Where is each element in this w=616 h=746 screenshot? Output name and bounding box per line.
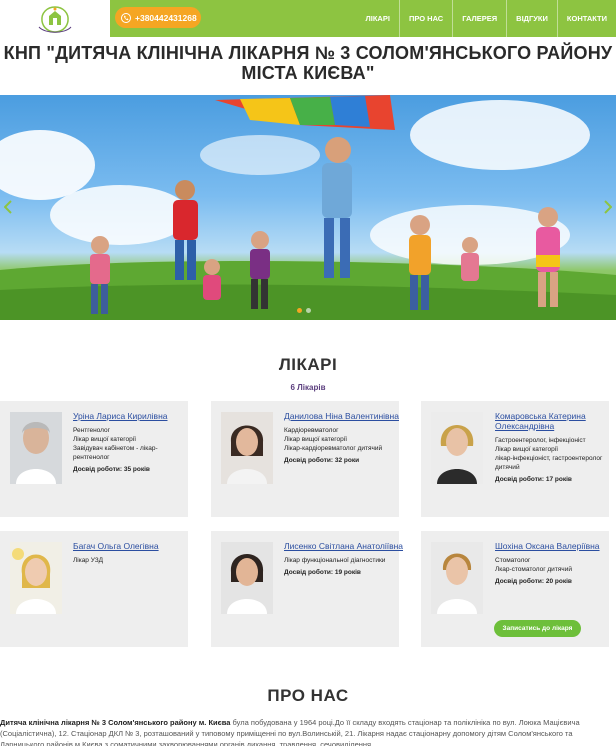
doctor-name-link[interactable]: Комаровська Катерина Олександрівна xyxy=(495,411,615,431)
doctor-photo xyxy=(10,412,62,484)
page-title: КНП "ДИТЯЧА КЛІНІЧНА ЛІКАРНЯ № 3 СОЛОМ'Я… xyxy=(3,43,613,83)
hero-slider[interactable] xyxy=(0,95,616,320)
doctors-count: 6 Лікарів xyxy=(290,383,326,392)
header-bar: +380442431268 ЛІКАРІ ПРО НАС ГАЛЕРЕЯ ВІД… xyxy=(0,0,616,37)
doctor-photo xyxy=(431,542,483,614)
slider-dot[interactable] xyxy=(297,308,302,313)
nav-about[interactable]: ПРО НАС xyxy=(398,0,452,37)
phone-number: +380442431268 xyxy=(135,12,197,23)
doctor-card: Уріна Лариса Кирилівна Рентгенолог Лікар… xyxy=(0,401,188,517)
doctor-position: Завідувач кабінетом - лікар-рентгенолог xyxy=(73,445,158,461)
doctor-experience: Досвід роботи: 32 роки xyxy=(284,457,360,464)
doctor-specialty: Рентгенолог xyxy=(73,427,110,434)
phone-icon xyxy=(121,12,131,23)
doctor-card: Данилова Ніна Валентинівна Кардіоревмато… xyxy=(211,401,399,517)
nav-doctors[interactable]: ЛІКАРІ xyxy=(357,0,399,37)
doctor-name-link[interactable]: Багач Ольга Олегівна xyxy=(73,541,193,551)
doctor-name-link[interactable]: Шохіна Оксана Валеріївна xyxy=(495,541,615,551)
doctor-specialty: Кардіоревматолог xyxy=(284,427,339,434)
doctor-name-link[interactable]: Лисенко Світлана Анатоліївна xyxy=(284,541,404,551)
doctor-name-link[interactable]: Данилова Ніна Валентинівна xyxy=(284,411,404,421)
doctor-photo xyxy=(221,542,273,614)
doctor-card: Комаровська Катерина Олександрівна Гастр… xyxy=(421,401,609,517)
doctor-specialty: Гастроентеролог, інфекціоніст xyxy=(495,437,586,444)
slider-dot[interactable] xyxy=(306,308,311,313)
nav-gallery[interactable]: ГАЛЕРЕЯ xyxy=(452,0,506,37)
doctor-photo xyxy=(10,542,62,614)
doctor-specialty: Лікар функціональної діагностики xyxy=(284,557,386,564)
about-section-title: ПРО НАС xyxy=(267,686,349,705)
hero-image xyxy=(0,95,616,320)
doctor-specialty: Лікар УЗД xyxy=(73,557,104,564)
nav-reviews[interactable]: ВІДГУКИ xyxy=(506,0,557,37)
doctor-experience: Досвід роботи: 19 років xyxy=(284,569,361,576)
doctor-position: Лікар-кардіоревматолог дитячий xyxy=(284,445,383,452)
doctor-position: Лкар-стоматолог дитячий xyxy=(495,566,572,573)
doctor-experience: Досвід роботи: 20 років xyxy=(495,578,572,585)
doctor-card: Лисенко Світлана Анатоліївна Лікар функц… xyxy=(211,531,403,647)
doctor-photo xyxy=(431,412,483,484)
doctor-experience: Досвід роботи: 35 років xyxy=(73,466,150,473)
slider-dots xyxy=(297,308,311,313)
slider-next-arrow-icon[interactable] xyxy=(602,197,614,217)
about-paragraph: Дитяча клінічна лікарня № 3 Солом'янсько… xyxy=(0,717,616,746)
doctor-name-link[interactable]: Уріна Лариса Кирилівна xyxy=(73,411,193,421)
doctor-position: лікар-інфекціоніст, гастроентеролог дитя… xyxy=(495,455,603,471)
about-lead: Дитяча клінічна лікарня № 3 Солом'янсько… xyxy=(0,718,231,727)
phone-button[interactable]: +380442431268 xyxy=(115,7,201,28)
doctor-card: Багач Ольга Олегівна Лікар УЗД xyxy=(0,531,188,647)
doctor-category: Лікар вищої категорії xyxy=(73,436,137,443)
doctor-category: Лікар вищої категорії xyxy=(495,446,559,453)
hospital-logo[interactable] xyxy=(0,0,110,37)
doctor-photo xyxy=(221,412,273,484)
doctor-experience: Досвід роботи: 17 років xyxy=(495,476,572,483)
doctor-category: Лікар вищої категорії xyxy=(284,436,348,443)
slider-prev-arrow-icon[interactable] xyxy=(2,197,14,217)
nav-contacts[interactable]: КОНТАКТИ xyxy=(556,0,616,37)
doctors-section-title: ЛІКАРІ xyxy=(278,355,338,374)
appointment-button[interactable]: Записатись до лікаря xyxy=(494,620,581,637)
doctor-specialty: Стоматолог xyxy=(495,557,531,564)
main-nav: ЛІКАРІ ПРО НАС ГАЛЕРЕЯ ВІДГУКИ КОНТАКТИ xyxy=(357,0,616,37)
